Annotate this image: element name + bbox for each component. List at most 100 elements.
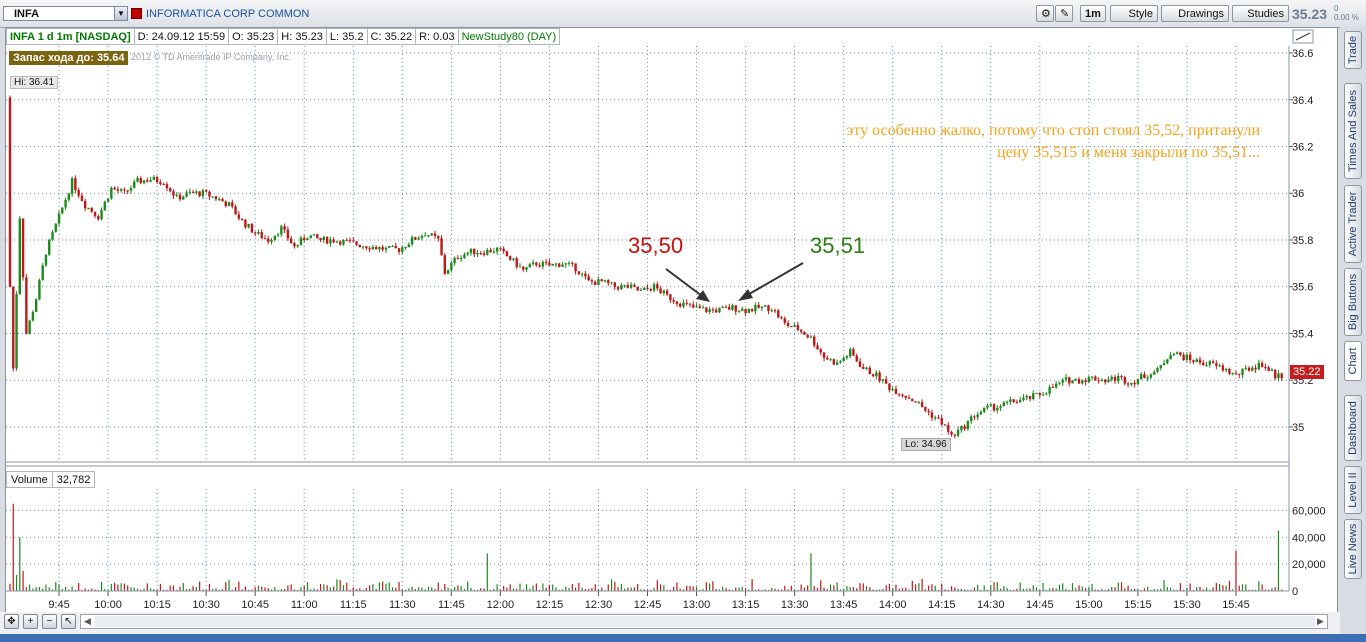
volume-bar <box>1114 587 1116 591</box>
candle-body <box>744 308 747 314</box>
volume-bar <box>195 587 197 591</box>
volume-bar <box>418 587 420 591</box>
candle-body <box>1231 372 1234 374</box>
annotation-note: эту особенно жалко, потому что стоп стоя… <box>700 120 1260 164</box>
candle-body <box>777 310 780 318</box>
volume-bar <box>709 583 711 591</box>
candle-body <box>907 397 911 399</box>
tab-live-news[interactable]: Live News <box>1344 519 1362 579</box>
candle-body <box>1143 374 1146 378</box>
candle-body <box>1202 362 1205 366</box>
candle-body <box>531 262 535 265</box>
candle-body <box>276 234 280 236</box>
scroll-thumb[interactable] <box>95 616 1315 627</box>
volume-label[interactable]: Volume <box>6 471 53 488</box>
candle-body <box>482 253 486 255</box>
volume-axis: 0 20,000 40,000 60,000 <box>1292 505 1326 598</box>
volume-bar <box>9 583 11 591</box>
volume-bar <box>581 587 583 591</box>
candle-body <box>512 258 515 260</box>
zoom-in-icon[interactable]: + <box>23 614 38 629</box>
volume-bar <box>954 587 956 591</box>
volume-bar <box>391 587 394 591</box>
candle-body <box>1169 355 1172 360</box>
scroll-left-icon[interactable]: ◀ <box>81 615 94 628</box>
volume-bar <box>722 586 724 591</box>
tab-trade[interactable]: Trade <box>1344 31 1362 69</box>
candle-body <box>829 359 832 361</box>
candle-body <box>613 282 617 287</box>
tab-dashboard[interactable]: Dashboard <box>1344 395 1362 461</box>
candle-body <box>832 359 836 365</box>
candle-body <box>348 240 352 242</box>
header-study[interactable]: NewStudy80 (DAY) <box>458 28 561 45</box>
tab-times-and-sales[interactable]: Times And Sales <box>1344 83 1362 179</box>
volume-bar <box>1127 585 1129 591</box>
x-tick-label: 15:30 <box>1173 599 1201 611</box>
volume-bar <box>983 585 985 591</box>
candle-body <box>718 307 721 313</box>
volume-bar <box>100 581 103 591</box>
volume-bar <box>630 587 632 591</box>
candle-body <box>384 247 388 250</box>
candle-body <box>1054 383 1058 388</box>
candle-body <box>678 303 682 307</box>
candle-body <box>1215 363 1218 366</box>
candle-body <box>12 286 15 369</box>
candle-body <box>884 379 888 384</box>
candle-body <box>1270 369 1274 371</box>
volume-bar <box>336 579 338 591</box>
candle-body <box>106 198 110 202</box>
candle-body <box>535 262 538 266</box>
volume-bar <box>506 587 508 591</box>
candle-body <box>917 402 921 404</box>
volume-bar <box>950 586 953 591</box>
volume-bar <box>169 585 171 591</box>
candle-body <box>1241 368 1244 375</box>
chart-title[interactable]: INFA 1 d 1m [NASDAQ] <box>6 28 135 45</box>
scroll-right-icon[interactable]: ▶ <box>1314 615 1327 628</box>
time-scrollbar[interactable]: ◀ ▶ <box>80 614 1328 629</box>
volume-bar <box>427 586 430 591</box>
candle-body <box>953 434 957 436</box>
tab-big-buttons[interactable]: Big Buttons <box>1344 268 1362 336</box>
tab-active-trader[interactable]: Active Trader <box>1344 185 1362 263</box>
candle-body <box>924 407 927 411</box>
candle-body <box>77 190 80 196</box>
tab-level-ii[interactable]: Level II <box>1344 466 1362 514</box>
y-tick-label: 35.8 <box>1292 235 1313 247</box>
candle-body <box>1068 377 1071 384</box>
candle-body <box>603 280 607 282</box>
candle-body <box>316 234 319 239</box>
volume-bar <box>1166 586 1168 591</box>
candle-body <box>162 184 165 186</box>
volume-bar <box>990 585 992 591</box>
candle-body <box>1280 373 1283 379</box>
candle-body <box>450 263 453 271</box>
volume-bar <box>411 586 413 591</box>
pan-icon[interactable]: ✥ <box>4 614 19 629</box>
price-chart[interactable]: 3535.235.435.635.83636.236.436.6 020,000… <box>0 0 1340 612</box>
x-tick-label: 12:15 <box>536 599 564 611</box>
candle-body <box>656 284 659 289</box>
cursor-icon[interactable]: ↖ <box>61 614 76 629</box>
candle-body <box>1136 379 1140 385</box>
volume-bar <box>977 584 979 591</box>
x-tick-label: 10:30 <box>192 599 220 611</box>
volume-bar <box>1019 582 1021 591</box>
zoom-out-icon[interactable]: − <box>42 614 57 629</box>
candle-body <box>1185 354 1189 361</box>
candle-body <box>914 401 917 403</box>
candle-body <box>574 263 577 272</box>
volume-bar <box>1196 587 1198 591</box>
tab-chart[interactable]: Chart <box>1344 341 1362 381</box>
candle-body <box>963 426 966 430</box>
candle-body <box>956 429 960 436</box>
candle-body <box>1061 379 1064 383</box>
candle-body <box>289 238 293 244</box>
candle-body <box>822 352 826 358</box>
candle-body <box>721 306 724 308</box>
candle-body <box>675 301 679 304</box>
candle-body <box>1074 379 1077 381</box>
volume-bar <box>352 587 354 591</box>
